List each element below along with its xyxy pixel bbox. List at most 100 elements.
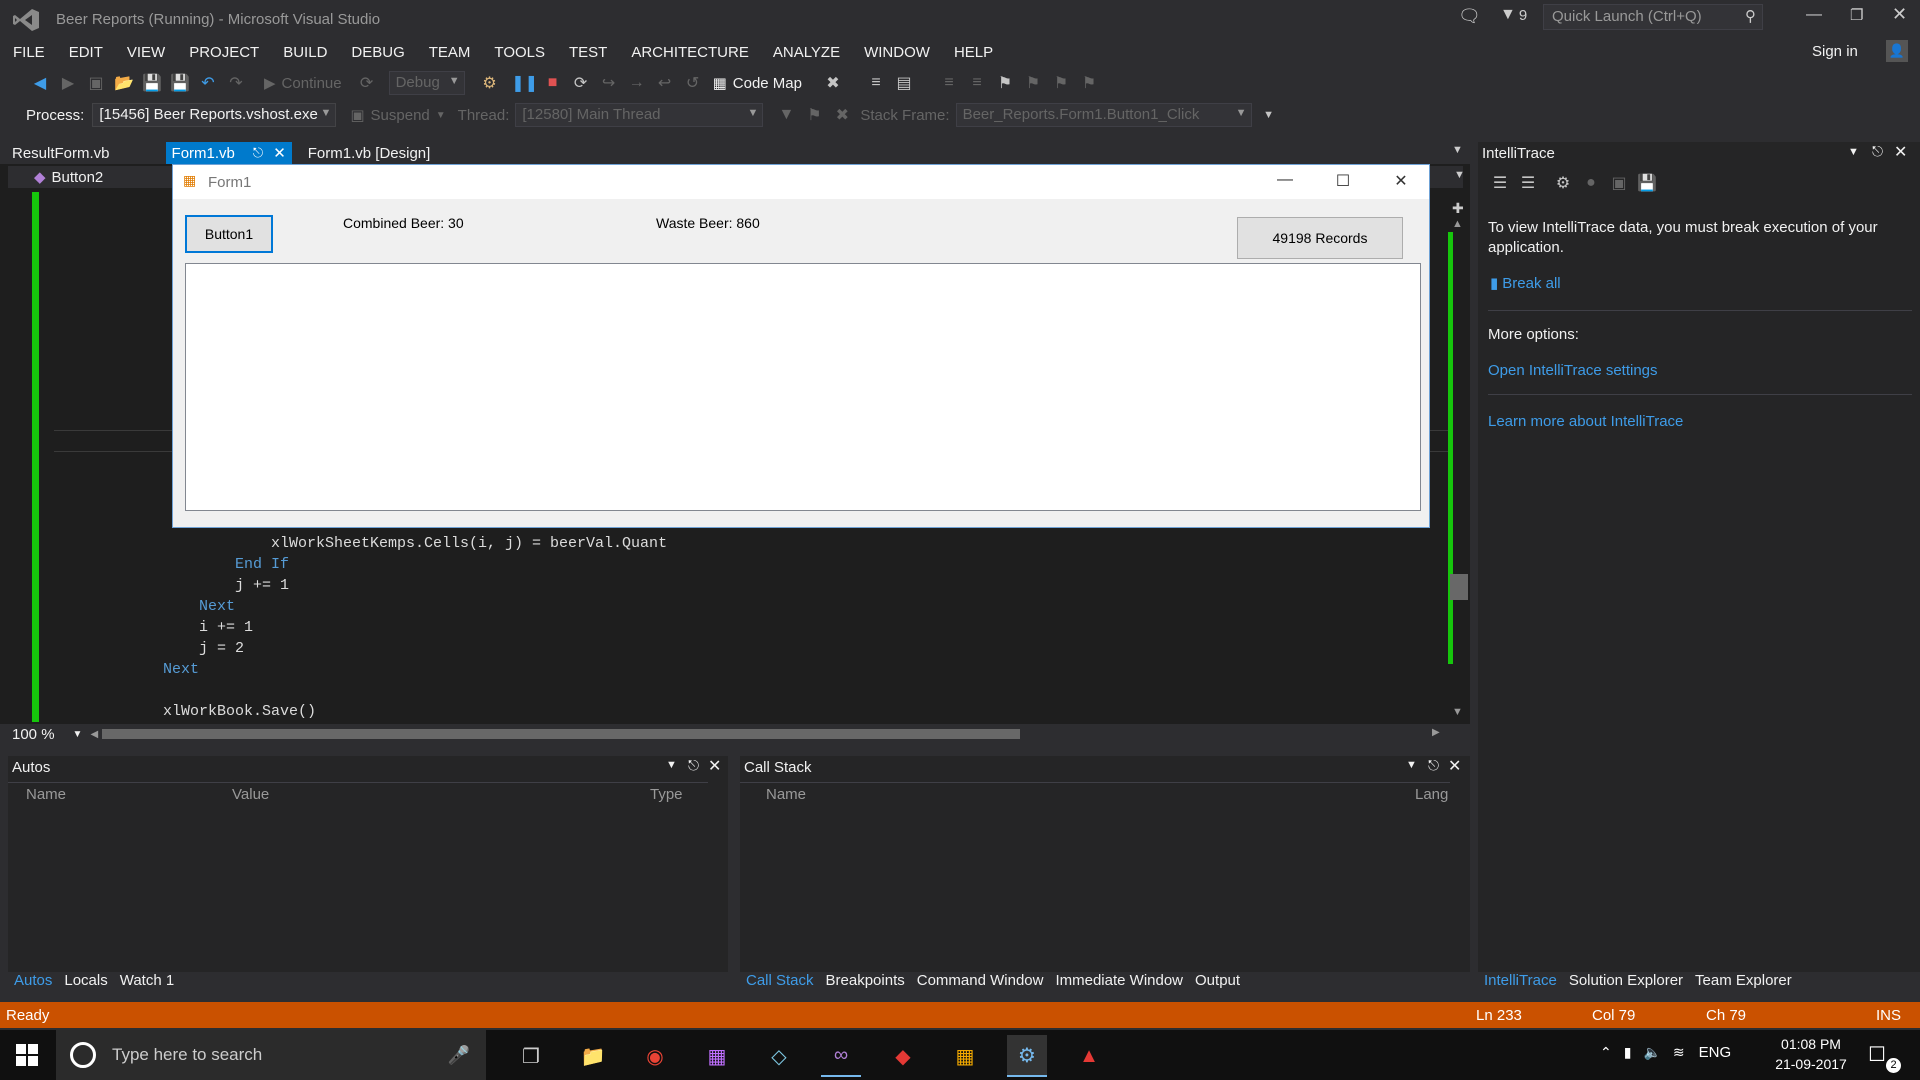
sign-in-link[interactable]: Sign in <box>1812 43 1858 60</box>
attach-icon[interactable]: ⚙ <box>479 72 501 94</box>
bookmark-icon[interactable]: ⚑ <box>994 72 1016 94</box>
filezilla-icon[interactable]: ◆ <box>883 1036 923 1076</box>
menu-project[interactable]: PROJECT <box>176 44 270 61</box>
records-button[interactable]: 49198 Records <box>1237 217 1403 259</box>
column-lang[interactable]: Lang <box>1415 786 1448 803</box>
form-maximize-button[interactable]: ☐ <box>1321 171 1365 193</box>
list-view-icon[interactable]: ☰ <box>1489 172 1511 194</box>
stack-frame-dropdown[interactable]: Beer_Reports.Form1.Button1_Click ▼ <box>955 103 1252 127</box>
notifications-button[interactable]: ▼ 9 <box>1500 6 1527 24</box>
database-icon[interactable]: ▦ <box>945 1036 985 1076</box>
phpstorm-icon[interactable]: ▦ <box>697 1036 737 1076</box>
toggle-icon[interactable]: ✖ <box>831 104 853 126</box>
close-tab-icon[interactable]: ✕ <box>273 144 286 162</box>
tab-resultform-vb[interactable]: ResultForm.vb <box>0 142 166 164</box>
redo-icon[interactable]: ↷ <box>225 72 247 94</box>
toolbar-options-icon[interactable]: ▼ <box>1258 104 1280 126</box>
solution-config-dropdown[interactable]: Debug ▼ <box>388 71 465 95</box>
task-view-icon[interactable]: ❐ <box>511 1036 551 1076</box>
tab-team-explorer[interactable]: Team Explorer <box>1695 972 1792 989</box>
tab-form1-vb[interactable]: Form1.vb ⎋ ✕ <box>165 142 292 164</box>
column-name[interactable]: Name <box>26 786 66 803</box>
results-listbox[interactable] <box>185 263 1421 511</box>
pane-menu-icon[interactable]: ▼ <box>666 759 677 771</box>
menu-architecture[interactable]: ARCHITECTURE <box>618 44 760 61</box>
process-dropdown[interactable]: [15456] Beer Reports.vshost.exe ▼ <box>92 103 337 127</box>
file-explorer-icon[interactable]: 📁 <box>573 1036 613 1076</box>
account-avatar-icon[interactable]: 👤 <box>1886 40 1908 62</box>
menu-view[interactable]: VIEW <box>114 44 176 61</box>
tab-watch-1[interactable]: Watch 1 <box>120 972 174 989</box>
tab-command-window[interactable]: Command Window <box>917 972 1044 989</box>
scroll-up-icon[interactable]: ▲ <box>1452 218 1463 230</box>
new-project-icon[interactable]: ▣ <box>85 72 107 94</box>
step-over-icon[interactable]: ↩ <box>654 72 676 94</box>
suspend-button[interactable]: ▣ Suspend ▼ <box>350 106 445 125</box>
learn-more-link[interactable]: Learn more about IntelliTrace <box>1488 413 1683 430</box>
settings-icon[interactable]: ⚙ <box>1552 172 1574 194</box>
call-stack-grid[interactable] <box>740 782 1450 971</box>
save-log-icon[interactable]: 💾 <box>1636 172 1658 194</box>
nav-member-dropdown[interactable]: Button2 <box>52 169 104 186</box>
save-all-icon[interactable]: 💾 <box>169 72 191 94</box>
taskbar-search-box[interactable]: Type here to search 🎤 <box>56 1030 486 1080</box>
align-icon[interactable]: ▤ <box>893 72 915 94</box>
column-name[interactable]: Name <box>766 786 806 803</box>
menu-build[interactable]: BUILD <box>270 44 338 61</box>
stop-icon[interactable]: ■ <box>542 72 564 94</box>
language-indicator[interactable]: ENG <box>1699 1044 1732 1061</box>
tab-output[interactable]: Output <box>1195 972 1240 989</box>
forward-icon[interactable]: ▶ <box>57 72 79 94</box>
pdf-icon[interactable]: ▲ <box>1069 1036 1109 1076</box>
button1[interactable]: Button1 <box>185 215 273 253</box>
network-icon[interactable]: ≋ <box>1673 1044 1685 1061</box>
pin-pane-icon[interactable]: ⎋ <box>1428 757 1439 774</box>
refresh-icon[interactable]: ⟳ <box>356 72 378 94</box>
menu-debug[interactable]: DEBUG <box>338 44 415 61</box>
tab-call-stack[interactable]: Call Stack <box>746 972 814 989</box>
menu-team[interactable]: TEAM <box>416 44 482 61</box>
close-pane-icon[interactable]: ✕ <box>1448 756 1461 776</box>
beer-reports-app-icon[interactable]: ⚙ <box>1007 1035 1047 1077</box>
thread-icon[interactable]: ✖ <box>822 72 844 94</box>
restore-button[interactable]: ❐ <box>1850 6 1863 24</box>
code-map-button[interactable]: ▦ Code Map <box>713 74 802 93</box>
menu-edit[interactable]: EDIT <box>56 44 114 61</box>
pause-icon[interactable]: ❚❚ <box>511 72 538 94</box>
nav-dropdown-icon[interactable]: ▼ <box>1454 169 1465 181</box>
prev-bookmark-icon[interactable]: ⚑ <box>1022 72 1044 94</box>
close-pane-icon[interactable]: ✕ <box>1894 142 1907 162</box>
visual-studio-icon[interactable]: ∞ <box>821 1035 861 1077</box>
menu-help[interactable]: HELP <box>941 44 1004 61</box>
tab-overflow-icon[interactable]: ▼ <box>1452 144 1463 156</box>
tab-immediate-window[interactable]: Immediate Window <box>1055 972 1183 989</box>
tab-breakpoints[interactable]: Breakpoints <box>826 972 905 989</box>
zoom-dropdown-icon[interactable]: ▼ <box>73 729 83 740</box>
next-bookmark-icon[interactable]: ⚑ <box>1050 72 1072 94</box>
menu-tools[interactable]: TOOLS <box>481 44 556 61</box>
column-value[interactable]: Value <box>232 786 269 803</box>
column-type[interactable]: Type <box>650 786 683 803</box>
vertical-scroll-thumb[interactable] <box>1450 574 1468 600</box>
microphone-icon[interactable]: 🎤 <box>448 1045 470 1066</box>
flag-thread-icon[interactable]: ⚑ <box>803 104 825 126</box>
tab-form1-design[interactable]: Form1.vb [Design] <box>302 142 437 164</box>
action-center-icon[interactable]: ☐ <box>1868 1042 1886 1067</box>
zoom-level[interactable]: 100 % <box>12 726 55 743</box>
tab-intellitrace[interactable]: IntelliTrace <box>1484 972 1557 989</box>
menu-analyze[interactable]: ANALYZE <box>760 44 851 61</box>
tray-overflow-icon[interactable]: ⌃ <box>1600 1044 1612 1061</box>
tab-locals[interactable]: Locals <box>64 972 107 989</box>
form-close-button[interactable]: ✕ <box>1379 171 1423 193</box>
search-events-icon[interactable]: ● <box>1580 172 1602 194</box>
continue-button[interactable]: ▶ Continue <box>264 74 342 93</box>
form-minimize-button[interactable]: — <box>1263 171 1307 193</box>
thread-dropdown[interactable]: [12580] Main Thread ▼ <box>515 103 764 127</box>
open-file-icon[interactable]: 📂 <box>113 72 135 94</box>
uncomment-icon[interactable]: ≡ <box>966 72 988 94</box>
tab-solution-explorer[interactable]: Solution Explorer <box>1569 972 1683 989</box>
comment-icon[interactable]: ≡ <box>938 72 960 94</box>
pin-pane-icon[interactable]: ⎋ <box>1872 143 1883 160</box>
restart-icon[interactable]: ⟳ <box>570 72 592 94</box>
undo-icon[interactable]: ↶ <box>197 72 219 94</box>
